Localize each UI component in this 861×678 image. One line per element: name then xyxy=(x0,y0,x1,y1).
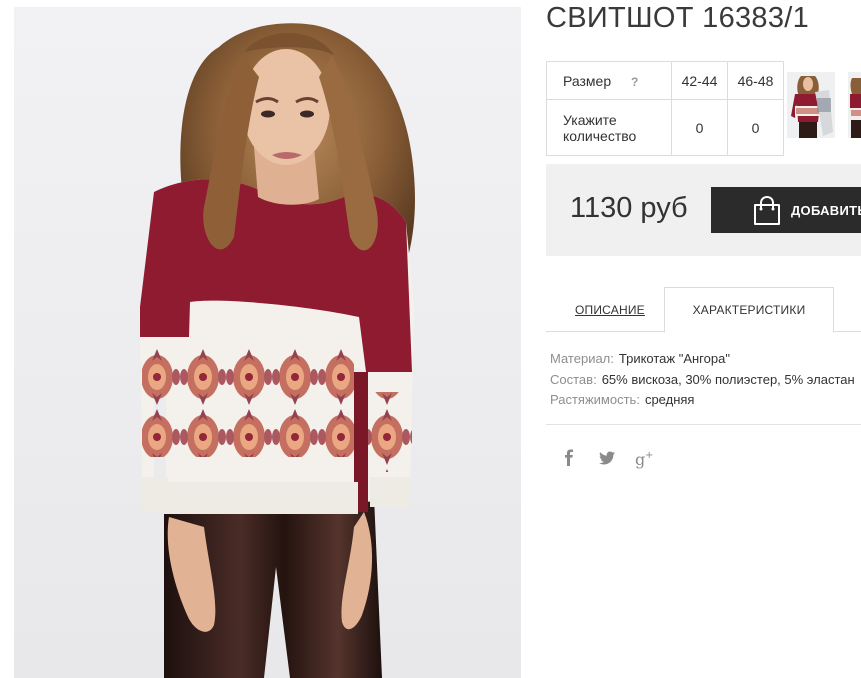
thumbnail-image xyxy=(787,72,835,138)
product-thumbnail-1[interactable] xyxy=(787,72,835,138)
size-option-42-44: 42-44 xyxy=(671,61,728,100)
tab-characteristics[interactable]: ХАРАКТЕРИСТИКИ xyxy=(664,287,834,333)
spec-row-material: Материал: Трикотаж "Ангора" xyxy=(550,349,855,370)
spec-row-composition: Состав: 65% вискоза, 30% полиэстер, 5% эл… xyxy=(550,370,855,391)
size-help-icon[interactable]: ? xyxy=(631,75,638,89)
svg-text:+: + xyxy=(645,450,653,461)
google-plus-icon[interactable]: g + xyxy=(635,449,655,469)
product-price: 1130 руб xyxy=(570,192,688,224)
characteristics-list: Материал: Трикотаж "Ангора" Состав: 65% ви… xyxy=(550,349,855,411)
spec-value: Трикотаж "Ангора" xyxy=(618,351,730,366)
tab-description[interactable]: ОПИСАНИЕ xyxy=(575,303,645,317)
size-row: Размер ? 42-44 46-48 xyxy=(546,61,784,100)
product-info-tabs: ОПИСАНИЕ ХАРАКТЕРИСТИКИ xyxy=(546,287,861,333)
spec-row-stretch: Растяжимость: средняя xyxy=(550,390,855,411)
product-title: СВИТШОТ 16383/1 xyxy=(546,2,810,34)
size-label-cell: Размер ? xyxy=(546,61,672,100)
spec-key: Состав: xyxy=(550,371,597,387)
twitter-icon[interactable] xyxy=(598,449,616,469)
spec-value: 65% вискоза, 30% полиэстер, 5% эластан xyxy=(601,371,855,387)
size-option-46-48: 46-48 xyxy=(727,61,784,100)
thumbnail-image xyxy=(848,72,861,138)
quantity-row: Укажите количество 0 0 xyxy=(546,99,784,156)
model-in-sweatshirt-image xyxy=(14,7,521,678)
quantity-input-46-48[interactable]: 0 xyxy=(727,99,784,156)
svg-text:g: g xyxy=(635,450,645,469)
spec-key: Материал: xyxy=(550,351,614,366)
add-to-cart-button[interactable]: ДОБАВИТЬ xyxy=(711,187,861,233)
spec-value: средняя xyxy=(644,392,695,407)
quantity-input-42-44[interactable]: 0 xyxy=(671,99,728,156)
product-thumbnail-2[interactable] xyxy=(848,72,861,138)
product-main-photo[interactable] xyxy=(14,7,521,678)
facebook-icon[interactable] xyxy=(562,449,576,469)
section-divider xyxy=(546,424,861,425)
size-quantity-table: Размер ? 42-44 46-48 Укажите количество … xyxy=(546,61,784,156)
shopping-bag-icon xyxy=(753,195,781,229)
quantity-label: Укажите количество xyxy=(546,99,672,156)
size-label: Размер xyxy=(563,72,612,89)
add-to-cart-label: ДОБАВИТЬ xyxy=(791,203,861,218)
spec-key: Растяжимость: xyxy=(550,392,640,407)
price-panel: 1130 руб ДОБАВИТЬ xyxy=(546,164,861,256)
